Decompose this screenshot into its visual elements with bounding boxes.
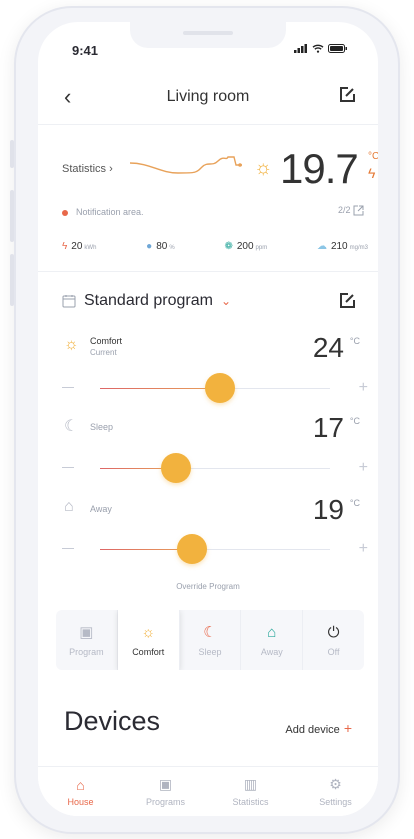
mode-temperature: 24 — [312, 332, 344, 363]
suitcase-icon: ⌂ — [64, 498, 74, 515]
devices-title: Devices — [64, 706, 161, 736]
house-icon: ⌂ — [76, 776, 85, 793]
minus-icon[interactable] — [62, 467, 74, 468]
statistics-card[interactable]: Statistics › ☼ 19.7 °C ϟ Notification ar… — [38, 124, 378, 272]
power-icon: ⏻ — [327, 623, 340, 641]
wifi-icon — [312, 44, 324, 53]
suitcase-icon: ⌂ — [267, 623, 277, 641]
sun-icon: ☼ — [64, 336, 79, 353]
page-title: Living room — [166, 88, 250, 105]
signal-icon — [294, 44, 307, 53]
tab-sleep[interactable]: ☾ Sleep — [180, 610, 242, 670]
bottom-tab-bar: ⌂ House ▣ Programs ▥ Statistics ⚙ Settings — [38, 766, 378, 816]
statistics-link[interactable]: Statistics › — [62, 163, 113, 175]
minus-icon[interactable] — [62, 387, 74, 388]
mode-temperature: 19 — [312, 494, 344, 525]
moon-icon: ☾ — [64, 418, 79, 435]
heating-bolt-icon: ϟ — [368, 165, 376, 181]
bolt-icon: ϟ — [62, 241, 68, 252]
slider-comfort[interactable]: + — [62, 373, 368, 403]
plus-icon: + — [343, 720, 352, 736]
tab-statistics[interactable]: ▥ Statistics — [208, 767, 293, 816]
mode-tabs: ▣ Program ☼ Comfort ☾ Sleep ⌂ Away ⏻ Off — [56, 610, 364, 670]
bar-chart-icon: ▥ — [243, 776, 258, 792]
plus-icon[interactable]: + — [359, 540, 368, 558]
tab-comfort[interactable]: ☼ Comfort — [117, 610, 180, 670]
slider-track[interactable] — [100, 534, 330, 564]
override-program-label[interactable]: Override Program — [38, 582, 378, 591]
metric-co2: ❁ 200 ppm — [224, 241, 268, 252]
sun-icon: ☼ — [254, 157, 273, 179]
metric-humidity: ● 80% — [146, 241, 175, 252]
co2-icon: ❁ — [224, 241, 233, 252]
tab-house[interactable]: ⌂ House — [38, 767, 123, 816]
sun-icon: ☼ — [141, 623, 156, 641]
calendar-icon: ▣ — [79, 624, 94, 641]
slider-sleep[interactable]: + — [62, 453, 368, 483]
minus-icon[interactable] — [62, 548, 74, 549]
calendar-icon: ▣ — [158, 776, 173, 792]
slider-thumb[interactable] — [204, 373, 235, 403]
cloud-icon: ☁ — [316, 241, 327, 252]
drop-icon: ● — [146, 241, 153, 252]
status-icons — [294, 44, 348, 53]
status-bar: 9:41 — [38, 22, 378, 66]
add-device-button[interactable]: Add device + — [285, 720, 352, 736]
slider-track[interactable] — [100, 373, 330, 403]
side-button — [10, 190, 14, 242]
tab-away[interactable]: ⌂ Away — [241, 610, 304, 670]
metric-energy: ϟ 20 kWh — [62, 241, 97, 252]
temperature-unit: °C — [368, 151, 378, 162]
tab-program[interactable]: ▣ Program — [56, 610, 118, 670]
tab-programs[interactable]: ▣ Programs — [123, 767, 208, 816]
slider-thumb[interactable] — [177, 534, 207, 564]
mode-name: Comfort — [90, 336, 123, 346]
slider-fill — [100, 388, 220, 389]
tab-off[interactable]: ⏻ Off — [303, 610, 364, 670]
mode-temperature: 17 — [312, 412, 344, 443]
mode-unit: °C — [349, 416, 360, 426]
mode-sub: Current — [90, 348, 117, 357]
slider-thumb[interactable] — [160, 453, 191, 483]
screen: 9:41 ‹ Living room Statistics › ☼ 19.7 °… — [38, 22, 378, 816]
mode-unit: °C — [349, 498, 360, 508]
mode-name: Away — [90, 504, 112, 514]
battery-icon — [328, 44, 347, 53]
slider-track[interactable] — [100, 453, 330, 483]
slider-away[interactable]: + — [62, 534, 368, 564]
program-panel: Standard program ⌄ ☼ Comfort Current 24 … — [38, 272, 378, 692]
gear-icon: ⚙ — [329, 776, 342, 792]
notification-area: Notification area. — [62, 207, 144, 217]
calendar-icon — [62, 295, 76, 308]
statistics-sparkline — [130, 156, 242, 174]
pager[interactable]: 2/2 — [338, 205, 364, 216]
mode-name: Sleep — [90, 422, 114, 432]
moon-icon: ☾ — [203, 624, 217, 641]
mode-unit: °C — [349, 336, 360, 346]
status-time: 9:41 — [72, 43, 99, 58]
tab-settings[interactable]: ⚙ Settings — [293, 767, 378, 816]
edit-icon[interactable] — [338, 292, 356, 310]
plus-icon[interactable]: + — [359, 459, 368, 477]
current-temperature: 19.7 — [280, 145, 359, 192]
side-button — [10, 254, 14, 306]
program-title: Standard program — [84, 292, 213, 309]
chevron-down-icon[interactable]: ⌄ — [221, 294, 231, 308]
external-link-icon[interactable] — [353, 205, 364, 216]
devices-section: Devices Add device + — [38, 702, 378, 762]
metric-air: ☁ 210 mg/m3 — [316, 241, 368, 252]
top-bar: ‹ Living room — [38, 78, 378, 118]
side-button — [10, 140, 14, 168]
notification-dot — [62, 209, 68, 216]
program-selector[interactable]: Standard program ⌄ — [62, 292, 231, 310]
edit-icon[interactable] — [338, 86, 356, 104]
metrics-row: ϟ 20 kWh ● 80% ❁ 200 ppm ☁ 210 mg/m3 — [62, 241, 368, 252]
plus-icon[interactable]: + — [359, 379, 368, 397]
